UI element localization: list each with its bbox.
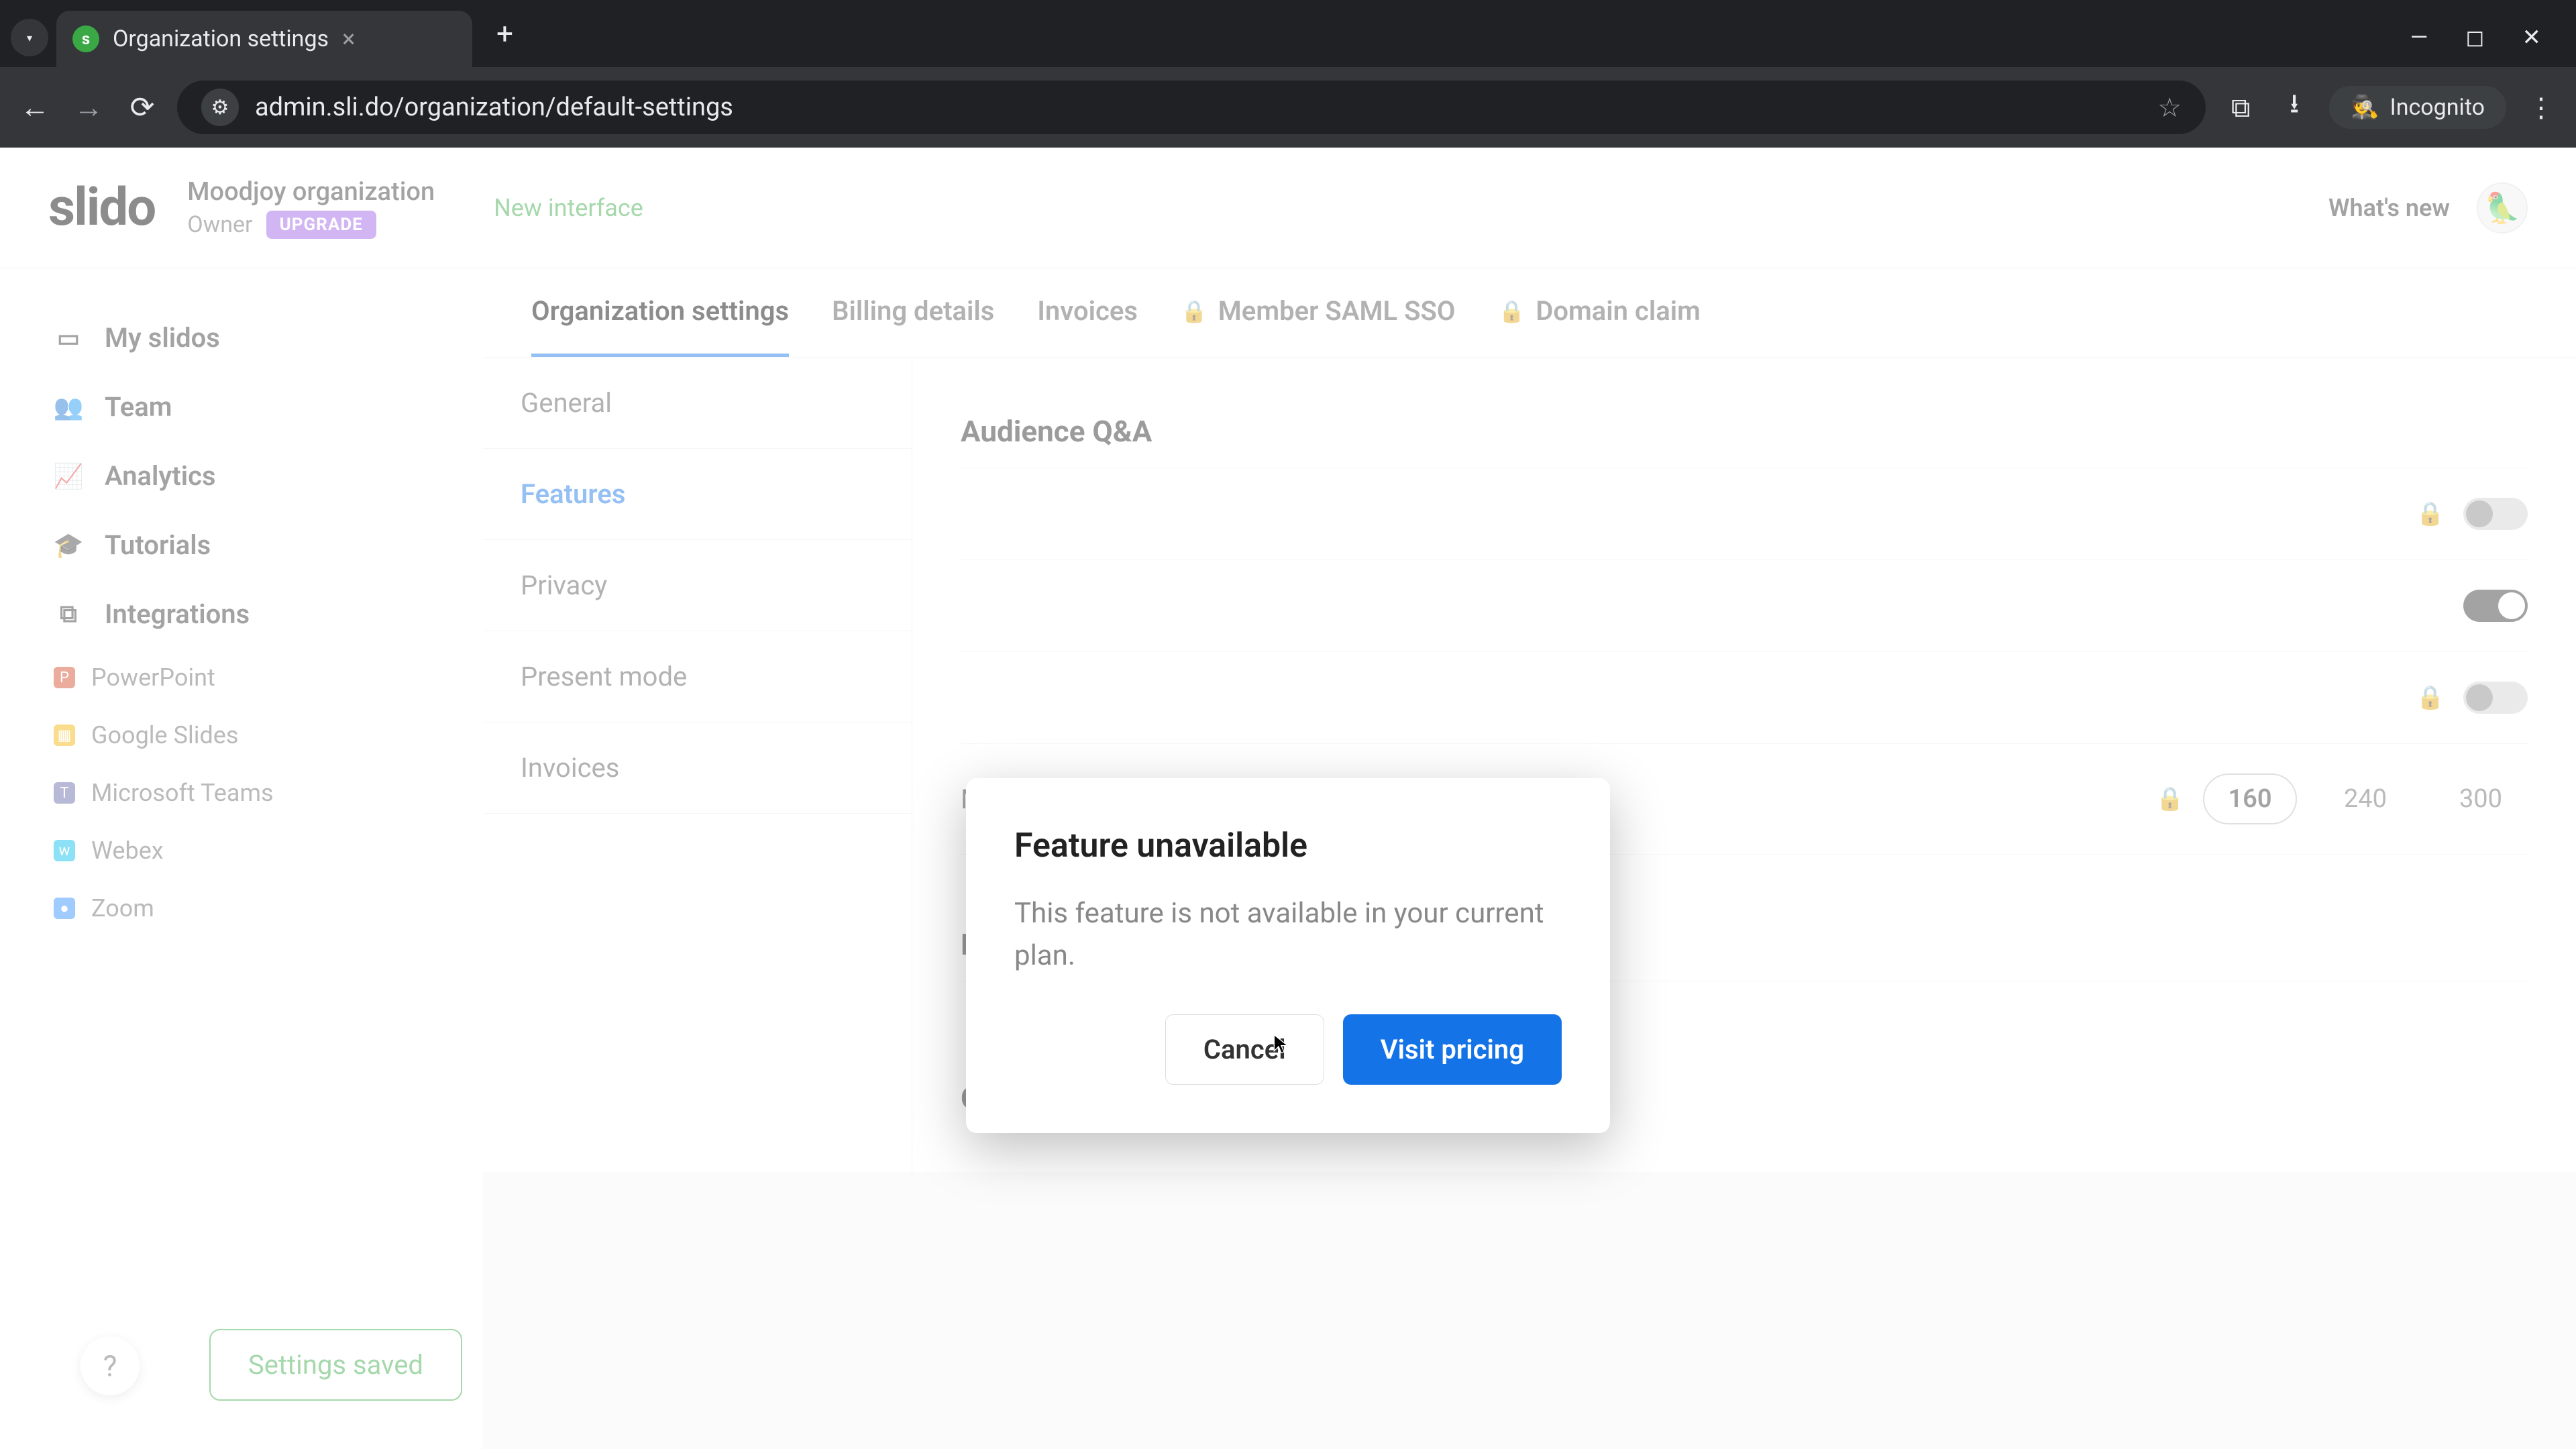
- window-controls: — ◻ ✕: [2410, 24, 2565, 67]
- tab-title: Organization settings: [113, 25, 329, 52]
- modal-body: This feature is not available in your cu…: [1014, 892, 1562, 977]
- browser-tab-strip: ▾ s Organization settings × + — ◻ ✕: [0, 0, 2576, 67]
- browser-menu-icon[interactable]: ⋮: [2522, 89, 2560, 126]
- modal-overlay[interactable]: Feature unavailable This feature is not …: [0, 148, 2576, 1449]
- cancel-button[interactable]: Cancel: [1165, 1014, 1324, 1085]
- browser-toolbar: ← → ⟳ ⚙ admin.sli.do/organization/defaul…: [0, 67, 2576, 148]
- back-icon[interactable]: ←: [16, 89, 54, 126]
- modal-title: Feature unavailable: [1014, 826, 1562, 865]
- new-tab-button[interactable]: +: [496, 16, 513, 51]
- incognito-label: Incognito: [2390, 94, 2485, 121]
- favicon-icon: s: [72, 25, 99, 52]
- reload-icon[interactable]: ⟳: [123, 89, 161, 126]
- downloads-icon[interactable]: ⭳: [2275, 89, 2313, 126]
- incognito-indicator[interactable]: 🕵 Incognito: [2329, 86, 2506, 129]
- close-window-icon[interactable]: ✕: [2522, 24, 2542, 51]
- app-viewport: slido Moodjoy organization Owner UPGRADE…: [0, 148, 2576, 1449]
- feature-unavailable-modal: Feature unavailable This feature is not …: [966, 778, 1610, 1133]
- tab-close-icon[interactable]: ×: [342, 25, 355, 53]
- bookmark-icon[interactable]: ☆: [2157, 92, 2182, 123]
- site-info-icon[interactable]: ⚙: [201, 89, 239, 126]
- browser-tab[interactable]: s Organization settings ×: [56, 11, 472, 67]
- minimize-icon[interactable]: —: [2410, 24, 2428, 51]
- url-text: admin.sli.do/organization/default-settin…: [255, 93, 733, 122]
- visit-pricing-button[interactable]: Visit pricing: [1343, 1014, 1562, 1085]
- tab-search-icon[interactable]: ▾: [11, 19, 48, 56]
- incognito-icon: 🕵: [2351, 94, 2379, 121]
- forward-icon[interactable]: →: [70, 89, 107, 126]
- extensions-icon[interactable]: ⧉: [2222, 89, 2259, 126]
- address-bar[interactable]: ⚙ admin.sli.do/organization/default-sett…: [177, 80, 2206, 134]
- maximize-icon[interactable]: ◻: [2465, 24, 2484, 51]
